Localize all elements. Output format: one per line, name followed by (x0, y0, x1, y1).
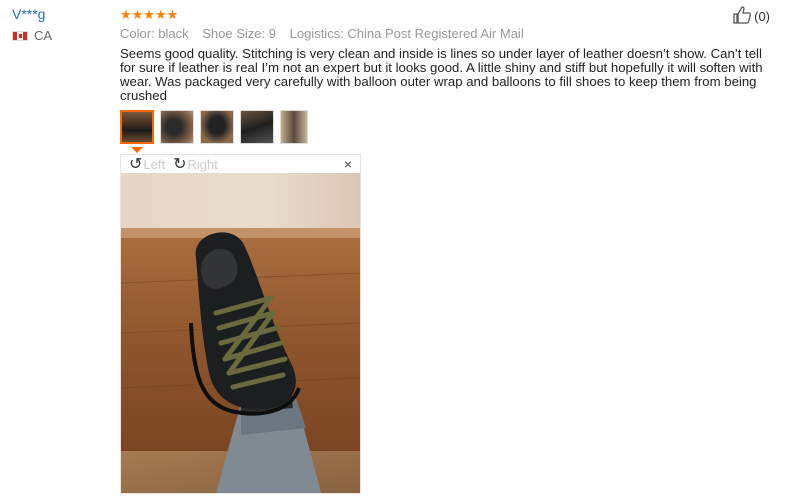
reviewer-name[interactable]: V***g (12, 6, 52, 22)
canada-flag-icon (12, 30, 28, 41)
helpful-count: (0) (754, 9, 770, 24)
active-thumbnail-pointer (131, 147, 143, 153)
rotate-left-icon: ↺ (129, 156, 143, 173)
meta-logistics: Logistics: China Post Registered Air Mai… (289, 26, 524, 41)
rotate-right-label: Right (187, 156, 218, 172)
review-meta: Color: black Shoe Size: 9 Logistics: Chi… (120, 26, 780, 41)
rotate-right-button[interactable]: ↻ Right (173, 154, 218, 174)
rotate-right-icon: ↻ (173, 156, 187, 173)
close-icon[interactable]: × (344, 156, 352, 172)
country-code: CA (34, 28, 53, 43)
reviewer-country: CA (12, 28, 52, 43)
rotate-left-label: Left (143, 156, 166, 172)
reviewer-info: V***g CA (12, 6, 52, 43)
review-thumbnail-4[interactable] (240, 110, 274, 144)
thumbs-up-icon (732, 6, 752, 27)
rotate-left-button[interactable]: ↺ Left (129, 154, 165, 174)
image-viewer: ↺ Left ↻ Right × (120, 154, 361, 494)
review-thumbnail-1[interactable] (120, 110, 154, 144)
review-thumbnail-3[interactable] (200, 110, 234, 144)
review-photo (121, 173, 360, 493)
review-body: ★★★★★ Color: black Shoe Size: 9 Logistic… (120, 7, 780, 103)
helpful-button[interactable]: (0) (732, 6, 770, 27)
meta-color: Color: black (120, 26, 189, 41)
review-image-thumbnails (120, 110, 314, 144)
meta-size: Shoe Size: 9 (202, 26, 276, 41)
review-thumbnail-5[interactable] (280, 110, 308, 144)
review-thumbnail-2[interactable] (160, 110, 194, 144)
rating-stars: ★★★★★ (120, 7, 179, 22)
viewer-toolbar: ↺ Left ↻ Right × (121, 155, 360, 173)
review-text: Seems good quality. Stitching is very cl… (120, 46, 763, 103)
